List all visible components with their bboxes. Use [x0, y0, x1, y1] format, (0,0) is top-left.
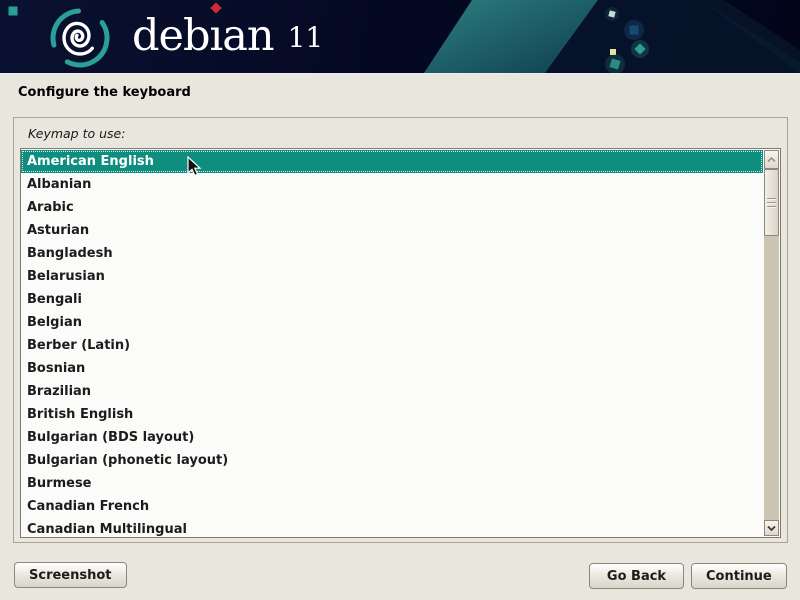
banner-artwork	[0, 0, 800, 73]
keymap-frame: Keymap to use: American EnglishAlbanianA…	[13, 117, 788, 543]
list-item[interactable]: Berber (Latin)	[21, 334, 763, 357]
brand-text: debıan	[132, 15, 274, 58]
header-banner: debıan 11	[0, 0, 800, 74]
continue-button[interactable]: Continue	[691, 563, 787, 589]
list-item[interactable]: American English	[21, 150, 763, 173]
list-item[interactable]: Belgian	[21, 311, 763, 334]
list-item[interactable]: Bangladesh	[21, 242, 763, 265]
brand-logotype: debıan 11	[132, 0, 323, 73]
chevron-down-icon	[766, 525, 777, 532]
installer-window: debıan 11 Configure the keyboard Keymap …	[0, 0, 800, 600]
vertical-scrollbar[interactable]	[764, 150, 779, 536]
list-item[interactable]: Bosnian	[21, 357, 763, 380]
keymap-listbox[interactable]: American EnglishAlbanianArabicAsturianBa…	[20, 148, 781, 538]
list-item[interactable]: Burmese	[21, 472, 763, 495]
screenshot-button[interactable]: Screenshot	[14, 562, 127, 588]
list-item[interactable]: Bengali	[21, 288, 763, 311]
keymap-list: American EnglishAlbanianArabicAsturianBa…	[21, 150, 763, 538]
list-item[interactable]: British English	[21, 403, 763, 426]
list-item[interactable]: Belarusian	[21, 265, 763, 288]
debian-swirl-icon	[42, 0, 120, 73]
scroll-up-button[interactable]	[764, 150, 779, 169]
list-item[interactable]: Albanian	[21, 173, 763, 196]
page-title: Configure the keyboard	[18, 85, 191, 100]
list-item[interactable]: Brazilian	[21, 380, 763, 403]
keymap-label: Keymap to use:	[28, 126, 125, 141]
list-item[interactable]: Arabic	[21, 196, 763, 219]
list-item[interactable]: Canadian Multilingual	[21, 518, 763, 538]
go-back-button[interactable]: Go Back	[589, 563, 684, 589]
list-item[interactable]: Canadian French	[21, 495, 763, 518]
version-number: 11	[288, 24, 324, 52]
list-item[interactable]: Bulgarian (BDS layout)	[21, 426, 763, 449]
list-item[interactable]: Bulgarian (phonetic layout)	[21, 449, 763, 472]
scroll-down-button[interactable]	[764, 520, 779, 536]
thumb-grip-icon	[767, 198, 776, 208]
list-item[interactable]: Asturian	[21, 219, 763, 242]
chevron-up-icon	[766, 156, 777, 163]
scrollbar-thumb[interactable]	[764, 169, 779, 236]
